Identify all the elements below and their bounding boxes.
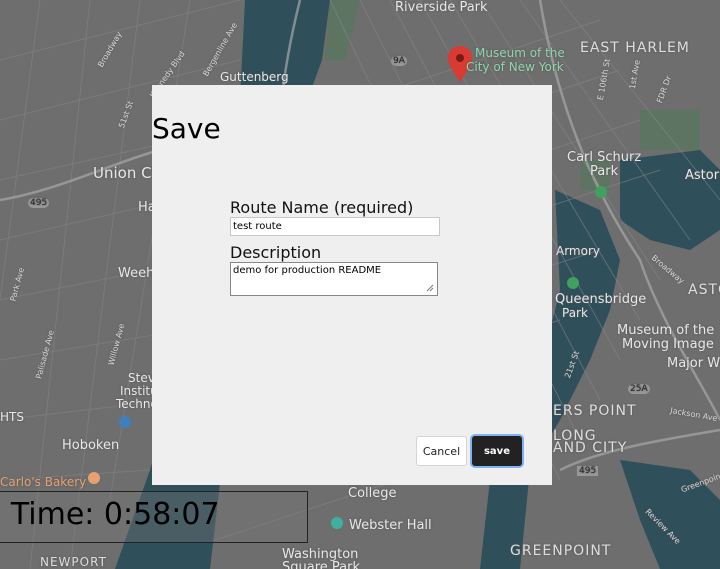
save-route-modal: Save Route Name (required) Description d…	[152, 85, 552, 485]
map-label-armory: Armory	[556, 244, 600, 258]
description-label: Description	[230, 243, 322, 262]
map-label-queensbridge-2: Park	[562, 306, 588, 320]
route-name-input[interactable]	[230, 217, 440, 236]
resize-grip-icon[interactable]	[426, 284, 434, 292]
park-pin-icon	[567, 277, 579, 289]
map-label-hts: HTS	[0, 410, 24, 424]
map-label-newport: NEWPORT	[40, 555, 107, 569]
map-label-major-wo: Major Wo	[667, 356, 720, 371]
map-label-hoboken: Hoboken	[62, 438, 120, 453]
map-label-museum-city-ny-1: Museum of the	[475, 46, 565, 60]
route-shield: 9A	[391, 56, 407, 66]
map-label-greenpoint: GREENPOINT	[510, 543, 612, 559]
map-label-long-island-2: AND CITY	[553, 440, 628, 456]
museum-pin-icon	[119, 416, 131, 428]
map-label-museum-moving-1: Museum of the	[617, 323, 715, 338]
map-label-carl-schurz-1: Carl Schurz	[567, 150, 642, 165]
route-shield: 25A	[628, 384, 650, 394]
total-time-text: l Time: 0:58:07	[0, 497, 220, 532]
map-label-museum-city-ny-2: City of New York	[466, 60, 564, 74]
map-label-carlos-bakery: Carlo's Bakery	[0, 475, 87, 489]
description-textarea[interactable]: demo for production README	[230, 262, 438, 296]
cancel-button[interactable]: Cancel	[416, 436, 467, 466]
map-label-museum-moving-2: Moving Image	[622, 337, 714, 352]
map-label-guttenberg: Guttenberg	[220, 70, 289, 84]
map-label-carl-schurz-2: Park	[590, 164, 619, 179]
venue-pin-icon	[331, 517, 343, 529]
map-label-queensbridge-1: Queensbridge	[555, 292, 647, 307]
map-label-washington-2: Square Park	[282, 560, 360, 569]
map-label-college: College	[348, 486, 397, 501]
map-label-ers-point: ERS POINT	[553, 403, 637, 419]
total-time-display: l Time: 0:58:07	[0, 491, 308, 543]
route-shield: 495	[28, 198, 50, 208]
map-label-riverside-park: Riverside Park	[395, 0, 488, 15]
route-shield: 495	[577, 466, 599, 476]
park-pin-icon	[595, 186, 607, 198]
route-name-label: Route Name (required)	[230, 198, 414, 217]
modal-title: Save	[152, 112, 221, 145]
map-label-astoria: Astoria	[685, 168, 720, 183]
map-label-asto: ASTO	[688, 282, 720, 298]
save-button[interactable]: save	[472, 436, 522, 466]
bakery-pin-icon	[88, 472, 100, 484]
map-label-east-harlem: EAST HARLEM	[580, 40, 690, 56]
map-label-webster-hall: Webster Hall	[349, 518, 432, 533]
